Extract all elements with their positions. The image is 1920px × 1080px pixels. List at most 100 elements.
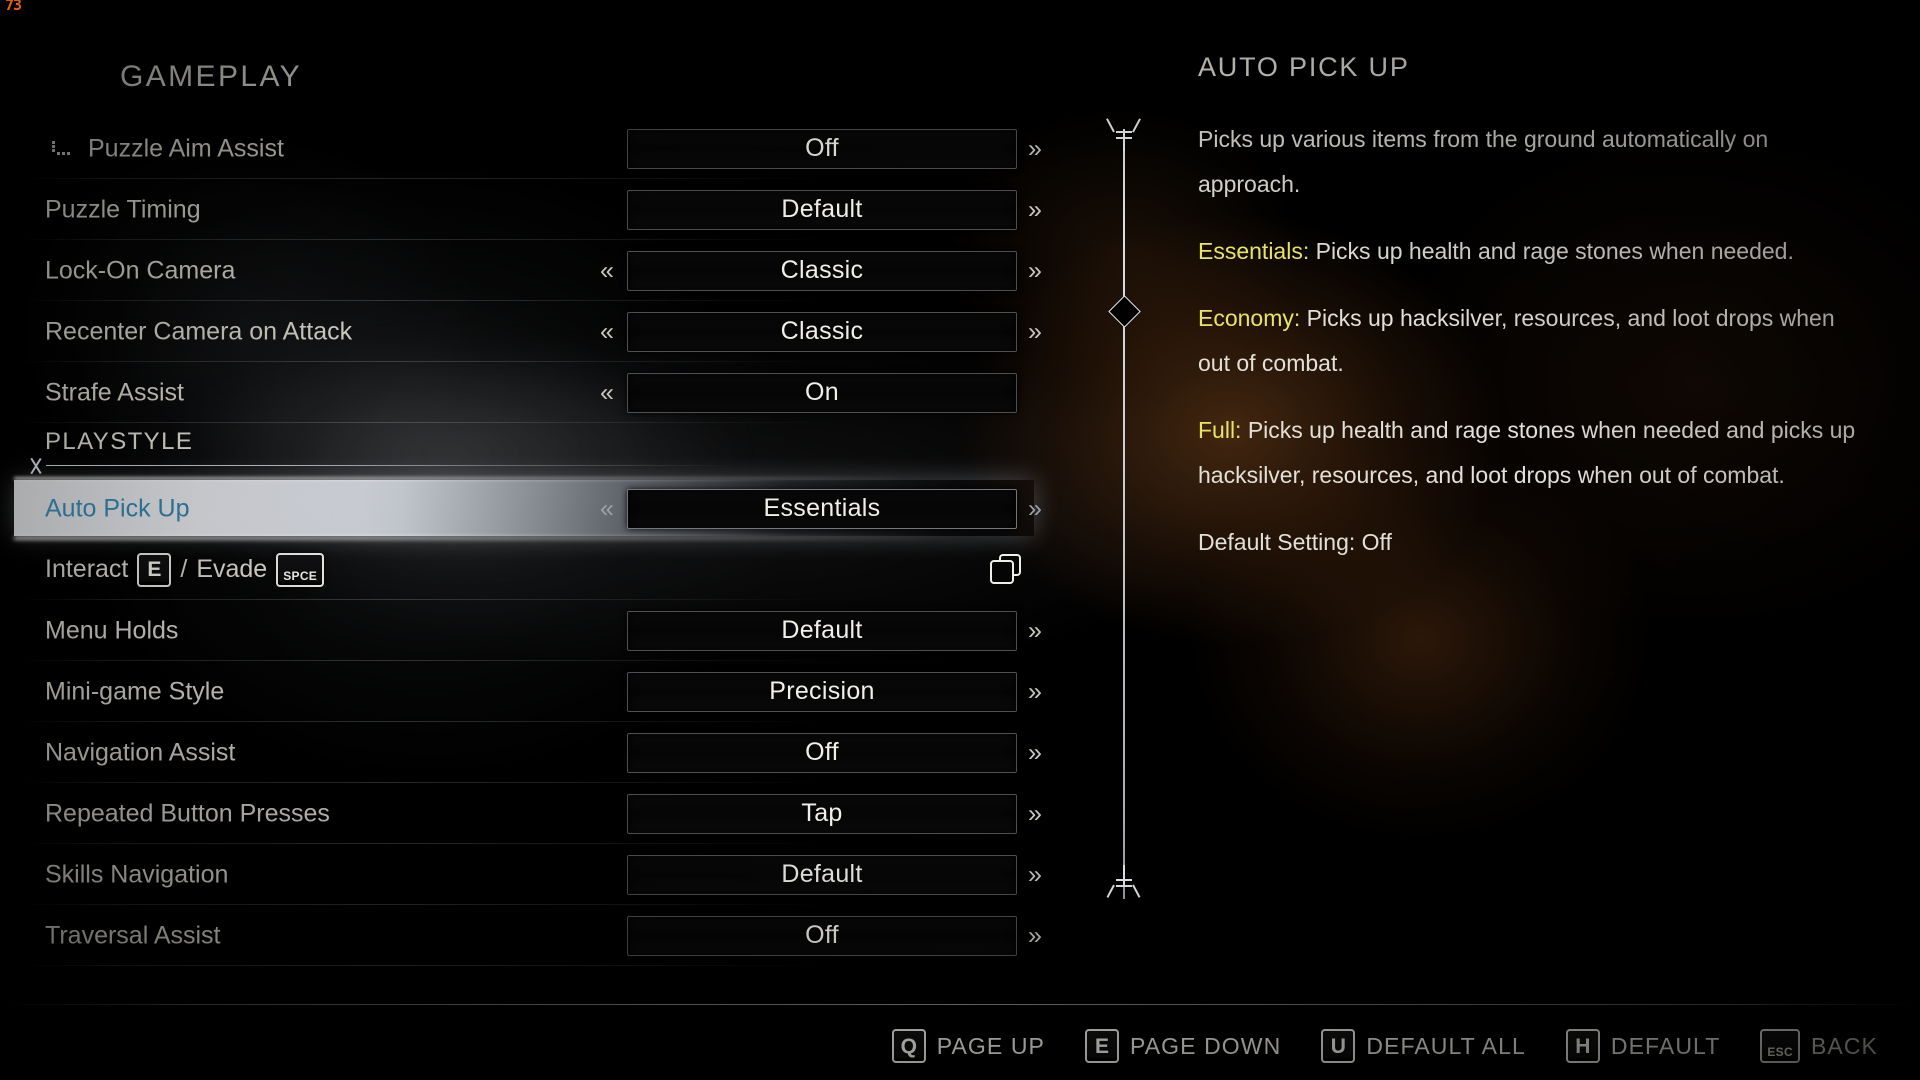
- increment-arrow[interactable]: »: [1028, 197, 1042, 222]
- info-essentials-lead: Essentials:: [1198, 238, 1310, 264]
- section-rule: [46, 465, 736, 466]
- increment-arrow[interactable]: »: [1028, 496, 1042, 521]
- settings-rows: Puzzle Aim Assist Off » Puzzle Timing Defaul…: [0, 118, 1060, 966]
- footer-hint[interactable]: U DEFAULT ALL: [1321, 1029, 1526, 1063]
- setting-row[interactable]: Lock-On Camera « Classic »: [0, 240, 1060, 301]
- dotted-corner-icon: [52, 140, 72, 157]
- footer-hint-label: PAGE UP: [936, 1032, 1045, 1059]
- scrollbar-bottom-rune-icon: [1106, 865, 1141, 899]
- scrollbar[interactable]: [1104, 105, 1144, 945]
- decrement-arrow[interactable]: «: [600, 380, 614, 405]
- setting-label: Recenter Camera on Attack: [45, 317, 353, 345]
- setting-value: Off: [805, 921, 839, 949]
- footer-hint-label: BACK: [1810, 1032, 1878, 1059]
- interact-label: Interact: [45, 555, 129, 583]
- setting-value-box[interactable]: Classic: [627, 250, 1017, 291]
- footer-hint[interactable]: E PAGE DOWN: [1084, 1029, 1281, 1063]
- decrement-arrow[interactable]: «: [600, 496, 614, 521]
- page-title: GAMEPLAY: [120, 60, 303, 93]
- footer-keycap[interactable]: E: [1084, 1029, 1119, 1063]
- interact-keycap[interactable]: E: [137, 552, 172, 587]
- setting-value: Default: [781, 195, 863, 223]
- footer-hint[interactable]: ESC BACK: [1760, 1029, 1878, 1063]
- setting-value: On: [805, 378, 839, 406]
- footer-hint[interactable]: H DEFAULT: [1565, 1029, 1721, 1063]
- info-full-text: Picks up health and rage stones when nee…: [1198, 417, 1856, 488]
- increment-arrow[interactable]: »: [1028, 136, 1042, 161]
- setting-label: Puzzle Timing: [45, 195, 201, 223]
- footer-hint[interactable]: Q PAGE UP: [891, 1029, 1045, 1063]
- increment-arrow[interactable]: »: [1028, 679, 1042, 704]
- setting-row[interactable]: Mini-game Style Precision »: [0, 661, 1060, 722]
- setting-row[interactable]: Menu Holds Default »: [0, 600, 1060, 661]
- setting-row-selected[interactable]: Auto Pick Up « Essentials »: [0, 478, 1060, 539]
- setting-label: Lock-On Camera: [45, 256, 236, 284]
- setting-row[interactable]: Skills Navigation Default »: [0, 844, 1060, 905]
- setting-value-box[interactable]: Off: [627, 732, 1017, 773]
- setting-value-box[interactable]: Default: [627, 189, 1017, 230]
- keybind-row[interactable]: Interact E / Evade SPCE: [0, 539, 1060, 600]
- increment-arrow[interactable]: »: [1028, 862, 1042, 887]
- footer-keycap[interactable]: ESC: [1760, 1029, 1800, 1063]
- setting-value: Classic: [780, 317, 864, 345]
- info-panel: AUTO PICK UP Picks up various items from…: [1198, 52, 1858, 587]
- decrement-arrow[interactable]: «: [600, 258, 614, 283]
- decrement-arrow[interactable]: «: [600, 319, 614, 344]
- setting-value: Tap: [801, 799, 843, 827]
- stacked-squares-icon[interactable]: [990, 553, 1024, 586]
- footer-keycap[interactable]: U: [1321, 1029, 1356, 1063]
- setting-row[interactable]: Repeated Button Presses Tap »: [0, 783, 1060, 844]
- info-title: AUTO PICK UP: [1198, 52, 1410, 82]
- setting-value: Default: [781, 860, 863, 888]
- setting-value-box[interactable]: Default: [627, 610, 1017, 651]
- setting-row[interactable]: Navigation Assist Off »: [0, 722, 1060, 783]
- stacked-square-front: [990, 559, 1014, 584]
- settings-screen: 73 GAMEPLAY Puzzle Aim Assist Off» Puzzle …: [0, 0, 1920, 1080]
- info-intro: Picks up various items from the ground a…: [1198, 126, 1769, 197]
- setting-row[interactable]: Traversal Assist Off »: [0, 905, 1060, 966]
- setting-value-box[interactable]: Off: [627, 915, 1017, 956]
- setting-value-box[interactable]: Default: [627, 854, 1017, 895]
- footer-divider: [0, 1004, 1920, 1005]
- setting-label: Repeated Button Presses: [45, 799, 330, 827]
- setting-value: Essentials: [763, 494, 881, 522]
- scrollbar-track[interactable]: [1123, 151, 1125, 899]
- setting-value-box[interactable]: Precision: [627, 671, 1017, 712]
- info-economy: Economy: Picks up hacksilver, resources,…: [1198, 296, 1858, 386]
- setting-row[interactable]: Strafe Assist « On: [0, 362, 1060, 423]
- evade-keycap[interactable]: SPCE: [276, 552, 325, 587]
- increment-arrow[interactable]: »: [1028, 258, 1042, 283]
- scrollbar-top-rune-icon: [1106, 117, 1141, 151]
- setting-value-box[interactable]: Tap: [627, 793, 1017, 834]
- scrollbar-thumb[interactable]: [1107, 295, 1141, 328]
- footer-keycap[interactable]: H: [1565, 1029, 1600, 1063]
- section-header: PLAYSTYLE: [0, 423, 1060, 478]
- setting-row[interactable]: Recenter Camera on Attack « Classic »: [0, 301, 1060, 362]
- setting-value: Off: [805, 738, 839, 766]
- setting-label: Navigation Assist: [45, 738, 236, 766]
- footer-hint-bar: Q PAGE UP E PAGE DOWN U DEFAULT ALL H DEFAULT ES…: [0, 1016, 1920, 1076]
- setting-value-box[interactable]: Off: [627, 128, 1017, 169]
- evade-label: Evade: [196, 555, 268, 583]
- setting-row[interactable]: Puzzle Aim Assist Off »: [0, 118, 1060, 179]
- keybind-separator: /: [180, 555, 188, 583]
- setting-row[interactable]: Puzzle Timing Default »: [0, 179, 1060, 240]
- setting-value-box[interactable]: Essentials: [627, 488, 1017, 529]
- increment-arrow[interactable]: »: [1028, 801, 1042, 826]
- increment-arrow[interactable]: »: [1028, 618, 1042, 643]
- setting-value-box[interactable]: Classic: [627, 311, 1017, 352]
- keybind-inline: Interact E / Evade SPCE: [45, 552, 325, 587]
- info-default-setting: Default Setting: Off: [1198, 529, 1392, 555]
- footer-keycap[interactable]: Q: [891, 1029, 926, 1063]
- increment-arrow[interactable]: »: [1028, 740, 1042, 765]
- setting-label: Puzzle Aim Assist: [88, 134, 284, 162]
- increment-arrow[interactable]: »: [1028, 319, 1042, 344]
- setting-value-box[interactable]: On: [627, 372, 1017, 413]
- setting-label: Traversal Assist: [45, 921, 221, 949]
- footer-hint-label: DEFAULT: [1610, 1032, 1721, 1059]
- setting-label: Skills Navigation: [45, 860, 229, 888]
- section-title: PLAYSTYLE: [45, 428, 194, 455]
- increment-arrow[interactable]: »: [1028, 923, 1042, 948]
- setting-label: Mini-game Style: [45, 677, 225, 705]
- setting-label: Strafe Assist: [45, 378, 184, 406]
